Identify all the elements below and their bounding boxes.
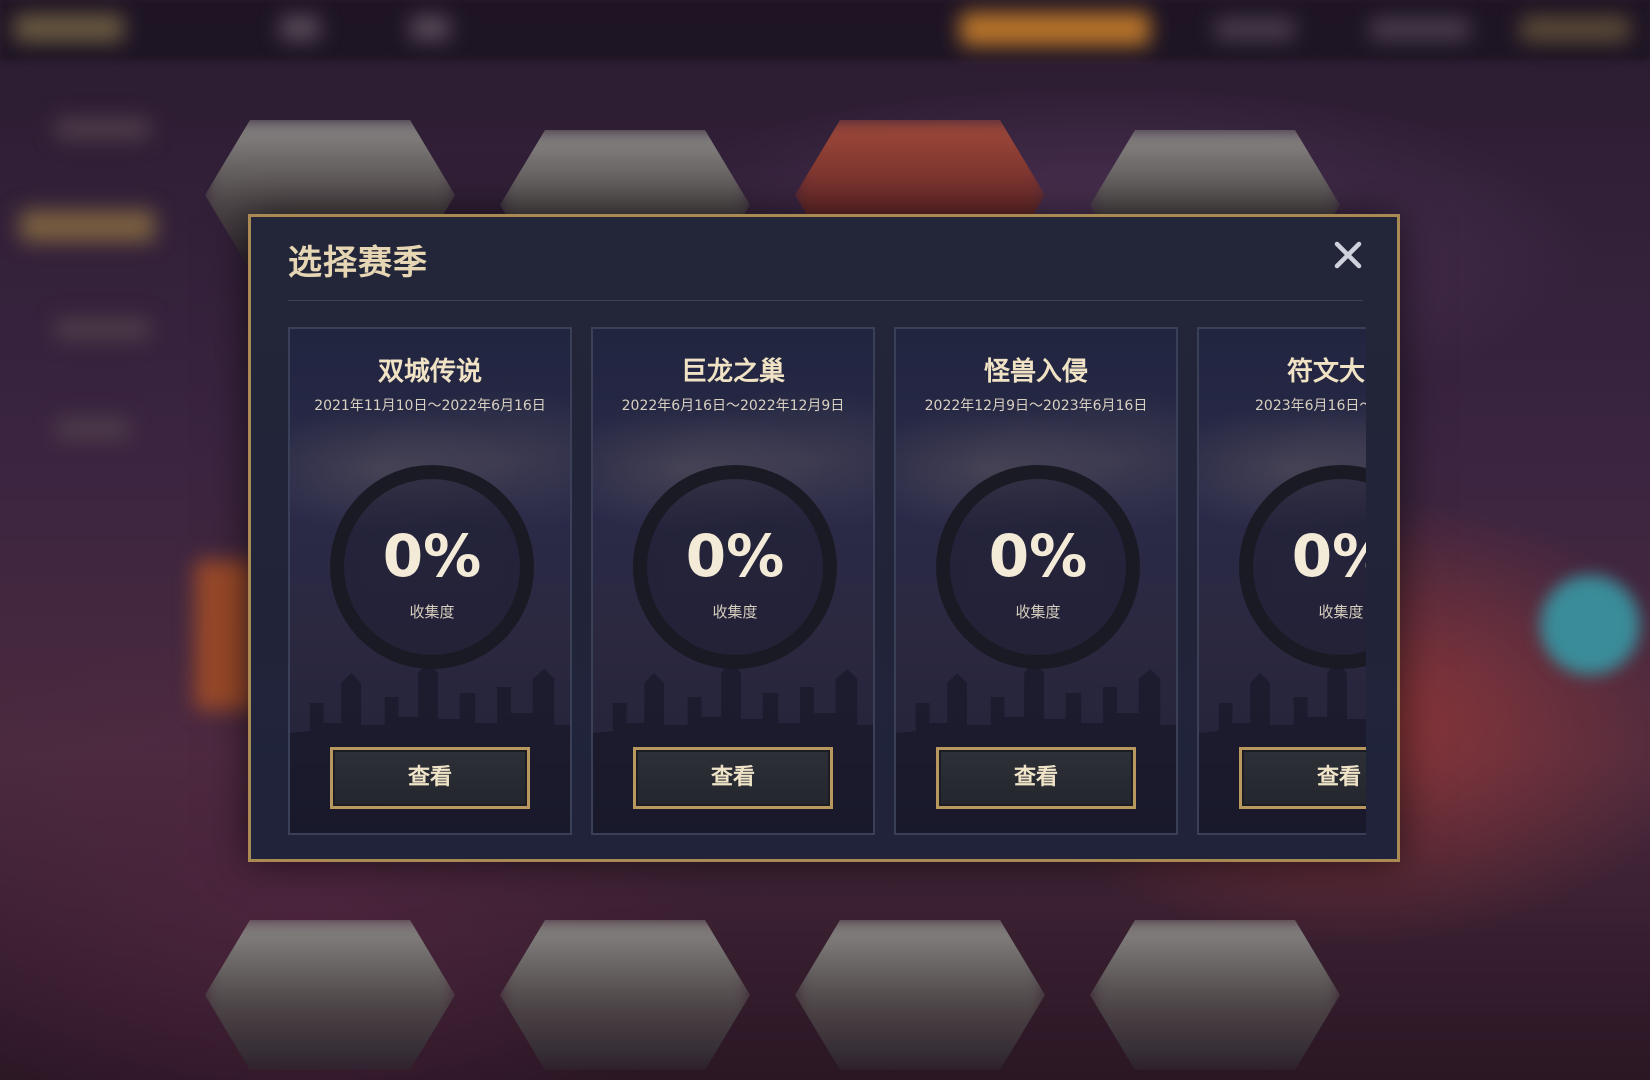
season-dates: 2021年11月10日～2022年6月16日 [314, 398, 546, 414]
collection-progress-ring: 0% 收集度 [936, 465, 1140, 669]
season-card[interactable]: 怪兽入侵 2022年12月9日～2023年6月16日 0% 收集度查看 [894, 327, 1178, 835]
blurred-sidebar-item [55, 318, 150, 340]
collection-percent: 0% [988, 522, 1088, 590]
close-button[interactable] [1330, 237, 1366, 273]
blurred-top-item [1520, 16, 1630, 42]
blurred-sidebar-item-active [20, 210, 155, 242]
season-dates: 2023年6月16日～2023年 [1255, 398, 1366, 414]
title-divider [288, 300, 1363, 301]
dialog-title: 选择赛季 [288, 243, 428, 283]
blurred-top-item [1370, 18, 1470, 40]
season-card[interactable]: 巨龙之巢 2022年6月16日～2022年12月9日 0% 收集度查看 [591, 327, 875, 835]
blurred-logo [14, 14, 124, 42]
collection-percent: 0% [1291, 522, 1366, 590]
blurred-top-item [1215, 18, 1295, 40]
blurred-card [205, 920, 455, 1070]
view-season-button[interactable]: 查看 [330, 747, 530, 809]
view-season-button[interactable]: 查看 [1239, 747, 1366, 809]
collection-label: 收集度 [712, 603, 758, 621]
blurred-top-highlight [960, 12, 1150, 46]
blurred-sidebar-item [55, 118, 150, 140]
blurred-round-button [1540, 575, 1640, 675]
blurred-top-tab [280, 16, 320, 40]
blurred-card [1090, 920, 1340, 1070]
blurred-card [500, 920, 750, 1070]
season-name: 双城传说 [377, 357, 482, 387]
collection-progress-ring: 0% 收集度 [330, 465, 534, 669]
blurred-sidebar-item [55, 418, 130, 440]
blurred-card [795, 920, 1045, 1070]
collection-percent: 0% [685, 522, 785, 590]
season-name: 符文大陆 [1286, 357, 1366, 387]
season-card-list[interactable]: 双城传说 2021年11月10日～2022年6月16日 0% 收集度查看 巨龙之巢 202… [288, 327, 1366, 835]
collection-progress-ring: 0% 收集度 [633, 465, 837, 669]
season-card[interactable]: 双城传说 2021年11月10日～2022年6月16日 0% 收集度查看 [288, 327, 572, 835]
close-icon [1334, 241, 1362, 269]
view-season-button[interactable]: 查看 [633, 747, 833, 809]
season-name: 巨龙之巢 [680, 357, 785, 387]
season-dates: 2022年6月16日～2022年12月9日 [621, 398, 845, 414]
collection-percent: 0% [382, 522, 482, 590]
collection-label: 收集度 [1015, 603, 1061, 621]
collection-label: 收集度 [1318, 603, 1364, 621]
collection-label: 收集度 [409, 603, 455, 621]
blurred-left-emblem [195, 560, 255, 710]
season-card[interactable]: 符文大陆 2023年6月16日～2023年 0% 收集度查看 [1197, 327, 1366, 835]
blurred-top-tab [410, 16, 450, 40]
season-dates: 2022年12月9日～2023年6月16日 [924, 398, 1148, 414]
season-name: 怪兽入侵 [983, 357, 1088, 387]
view-season-button[interactable]: 查看 [936, 747, 1136, 809]
select-season-dialog: 选择赛季 双城传说 2021年11月10日～2022年6月16日 0% 收集度 查看 巨龙… [248, 214, 1400, 862]
